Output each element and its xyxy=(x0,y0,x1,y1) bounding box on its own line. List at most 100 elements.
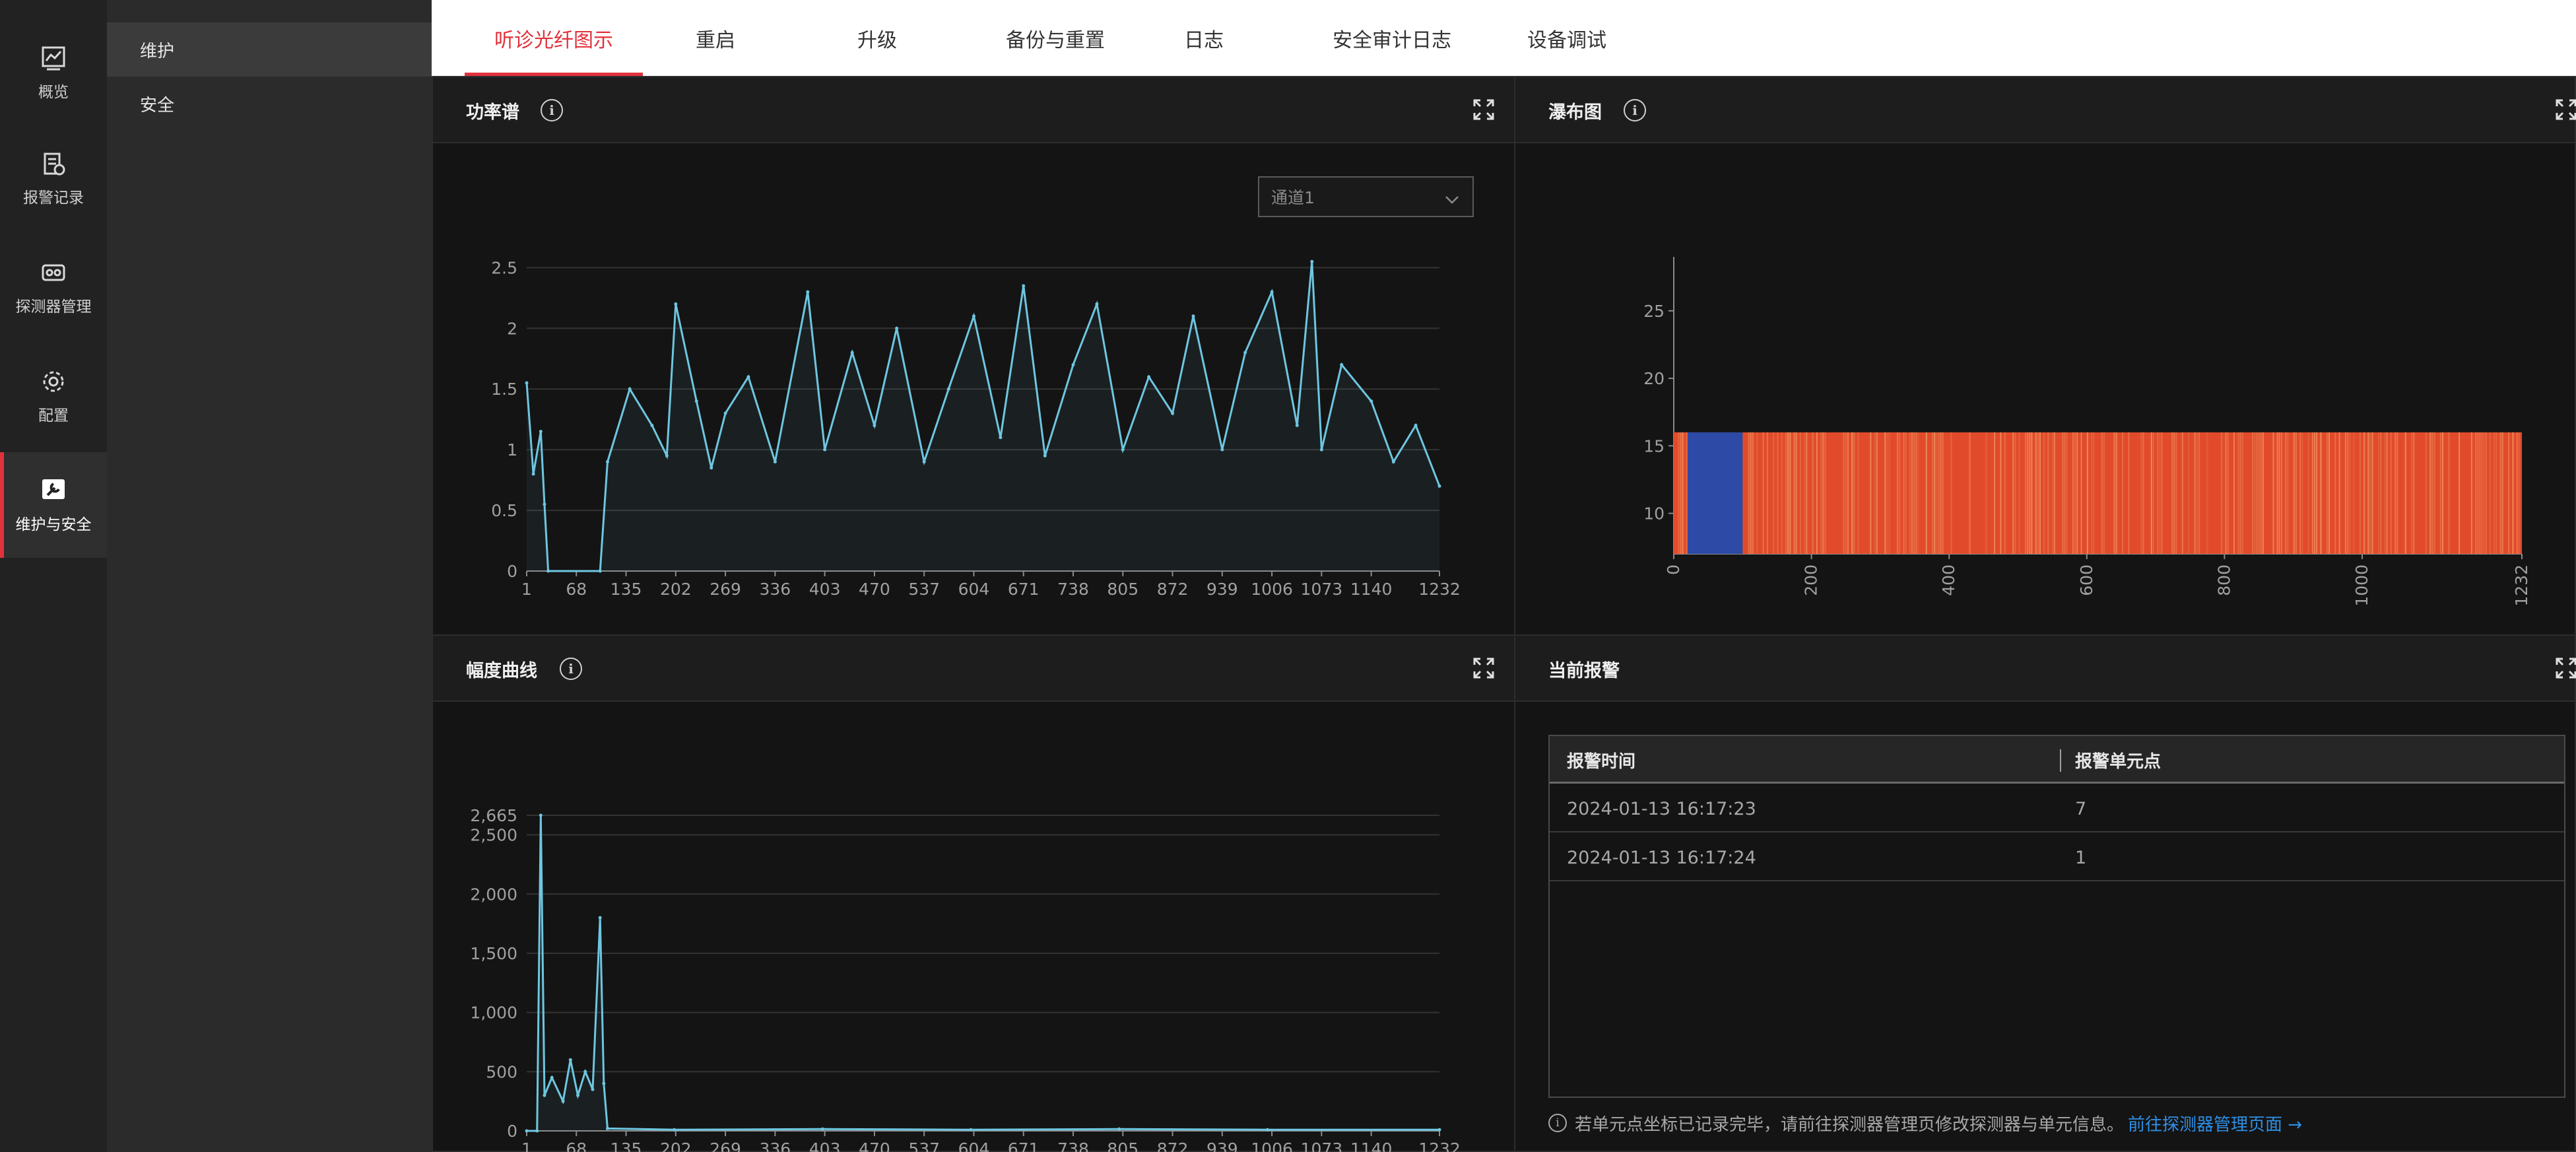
x-tick-label: 1006 xyxy=(1251,580,1293,599)
x-tick-label: 470 xyxy=(859,1139,890,1152)
data-point xyxy=(665,454,669,457)
heatmap-cell xyxy=(2012,432,2014,554)
data-point xyxy=(674,302,678,306)
heatmap-cell xyxy=(2064,432,2066,554)
wrench-icon xyxy=(39,476,68,505)
tab-log[interactable]: 日志 xyxy=(1158,0,1250,76)
rail-item-config[interactable]: 配置 xyxy=(0,343,107,449)
heatmap-cell xyxy=(2278,432,2280,554)
heatmap-cell xyxy=(1762,432,1764,554)
heatmap-cell xyxy=(1756,432,1758,554)
heatmap-cell xyxy=(2027,432,2029,554)
y-tick-label: 2,500 xyxy=(470,826,517,845)
data-point xyxy=(543,502,546,506)
tab-security-audit-log[interactable]: 安全审计日志 xyxy=(1316,0,1468,76)
data-point xyxy=(591,1087,595,1091)
data-point xyxy=(1121,448,1125,452)
expand-icon[interactable] xyxy=(2555,657,2576,679)
data-point xyxy=(531,472,535,476)
heatmap-cell xyxy=(1950,432,1952,554)
heatmap-cell xyxy=(2307,432,2309,554)
y-tick-label: 2 xyxy=(507,319,517,338)
data-point xyxy=(969,1128,973,1132)
table-row[interactable]: 2024-01-13 16:17:24 1 xyxy=(1550,834,2564,881)
heatmap-cell xyxy=(2140,432,2142,554)
data-point xyxy=(1191,314,1195,318)
app-window: 概览 报警记录 探测器管理 配置 维护与安全 维护 安全 听诊光纤图示 重启 升… xyxy=(0,0,2576,1152)
x-tick-label: 1140 xyxy=(1350,1139,1393,1152)
gear-icon xyxy=(39,367,68,396)
y-tick-label: 1 xyxy=(507,440,517,459)
rail-item-overview[interactable]: 概览 xyxy=(0,20,107,125)
heatmap-cell xyxy=(2115,432,2117,554)
tab-backup-reset[interactable]: 备份与重置 xyxy=(989,0,1121,76)
heatmap-cell xyxy=(2299,432,2301,554)
rail-item-label: 报警记录 xyxy=(23,189,84,207)
table-row[interactable]: 2024-01-13 16:17:23 7 xyxy=(1550,785,2564,832)
heatmap-cell xyxy=(2262,432,2264,554)
tab-reboot[interactable]: 重启 xyxy=(669,0,762,76)
heatmap-cell xyxy=(2142,432,2144,554)
heatmap-cell xyxy=(2241,432,2243,554)
y-tick-label: 0.5 xyxy=(491,501,517,520)
alarm-unit-cell: 7 xyxy=(2075,798,2087,819)
data-point xyxy=(628,387,632,391)
tab-device-debug[interactable]: 设备调试 xyxy=(1501,0,1633,76)
rail-item-detector[interactable]: 探测器管理 xyxy=(0,234,107,340)
y-tick-label: 20 xyxy=(1643,369,1665,388)
tab-upgrade[interactable]: 升级 xyxy=(831,0,923,76)
alarm-note: i 若单元点坐标已记录完毕，请前往探测器管理页修改探测器与单元信息。 前往探测器… xyxy=(1548,1110,2302,1136)
heatmap-cell xyxy=(2439,432,2441,554)
data-point xyxy=(605,1126,609,1130)
rail-item-alarm-record[interactable]: 报警记录 xyxy=(0,125,107,231)
heatmap-cell xyxy=(2000,432,2002,554)
x-tick-label: 135 xyxy=(611,1139,642,1152)
heatmap-cell xyxy=(1750,432,1752,554)
tab-fiber-diagram[interactable]: 听诊光纤图示 xyxy=(465,0,643,76)
detector-management-link[interactable]: 前往探测器管理页面 → xyxy=(2128,1111,2302,1135)
heatmap-cell xyxy=(1806,432,1808,554)
heatmap-cell xyxy=(2334,432,2336,554)
rail-item-label: 概览 xyxy=(38,84,69,101)
heatmap-cell xyxy=(1932,432,1934,554)
heatmap-cell xyxy=(1822,432,1824,554)
data-point xyxy=(1270,290,1274,294)
heatmap-cell xyxy=(2150,432,2152,554)
heatmap-cell xyxy=(2113,432,2115,554)
heatmap-cell xyxy=(2413,432,2415,554)
data-point xyxy=(1414,423,1418,427)
x-tick-label: 202 xyxy=(660,580,692,599)
heatmap-cell xyxy=(2328,432,2330,554)
heatmap-cell xyxy=(2433,432,2435,554)
data-point xyxy=(583,1069,587,1073)
heatmap-cell xyxy=(2512,432,2514,554)
heatmap-cell xyxy=(2196,432,2198,554)
rail-item-maintenance-security[interactable]: 维护与安全 xyxy=(0,452,107,558)
data-point xyxy=(568,1058,572,1062)
heatmap-cell xyxy=(1799,432,1801,554)
heatmap-cell xyxy=(2390,432,2392,554)
data-point xyxy=(806,290,810,294)
data-point xyxy=(823,448,827,452)
submenu-item-security[interactable]: 安全 xyxy=(107,77,432,131)
heatmap-cell xyxy=(2326,432,2328,554)
data-point xyxy=(1391,460,1395,464)
heatmap-cell xyxy=(2039,432,2041,554)
column-divider[interactable] xyxy=(2060,749,2061,772)
data-point xyxy=(1319,448,1323,452)
x-tick-label: 1140 xyxy=(1350,580,1393,599)
data-point xyxy=(820,1127,824,1131)
detector-icon xyxy=(39,258,68,287)
current-alarm-panel: 当前报警 报警时间 报警单元点 2024-01-13 16:17:23 7 20… xyxy=(1514,634,2576,1152)
heatmap-cell xyxy=(2287,432,2289,554)
heatmap-cell xyxy=(2280,432,2283,554)
data-point xyxy=(1310,259,1314,263)
submenu-item-maintenance[interactable]: 维护 xyxy=(107,22,432,77)
x-tick-label: 470 xyxy=(859,580,890,599)
heatmap-cell xyxy=(2221,432,2223,554)
heatmap-cell xyxy=(1785,432,1787,554)
x-tick-label: 604 xyxy=(958,1139,990,1152)
heatmap-cell xyxy=(2122,432,2124,554)
data-point xyxy=(602,1081,606,1085)
heatmap-cell xyxy=(1896,432,1899,554)
